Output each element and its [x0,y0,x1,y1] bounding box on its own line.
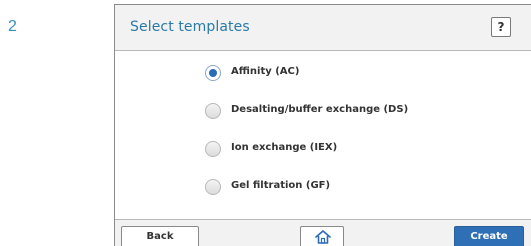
radio-button[interactable] [205,103,221,119]
back-button[interactable]: Back [121,226,199,246]
option-label: Gel filtration (GF) [231,180,331,191]
radio-button-selected[interactable] [205,65,221,81]
radio-button[interactable] [205,179,221,195]
radio-button[interactable] [205,141,221,157]
dialog-footer: Back Create [115,219,531,246]
dialog-header: Select templates ? [115,5,531,51]
select-templates-dialog: Select templates ? Affinity (AC) Desalti… [114,4,531,246]
help-button[interactable]: ? [491,17,511,37]
step-number: 2 [8,18,17,35]
page-title: Select templates [130,19,250,35]
create-button[interactable]: Create [454,226,524,246]
home-button[interactable] [300,226,344,246]
option-label: Affinity (AC) [231,66,300,77]
option-label: Desalting/buffer exchange (DS) [231,104,409,115]
option-label: Ion exchange (IEX) [231,142,338,153]
home-icon [315,230,331,244]
